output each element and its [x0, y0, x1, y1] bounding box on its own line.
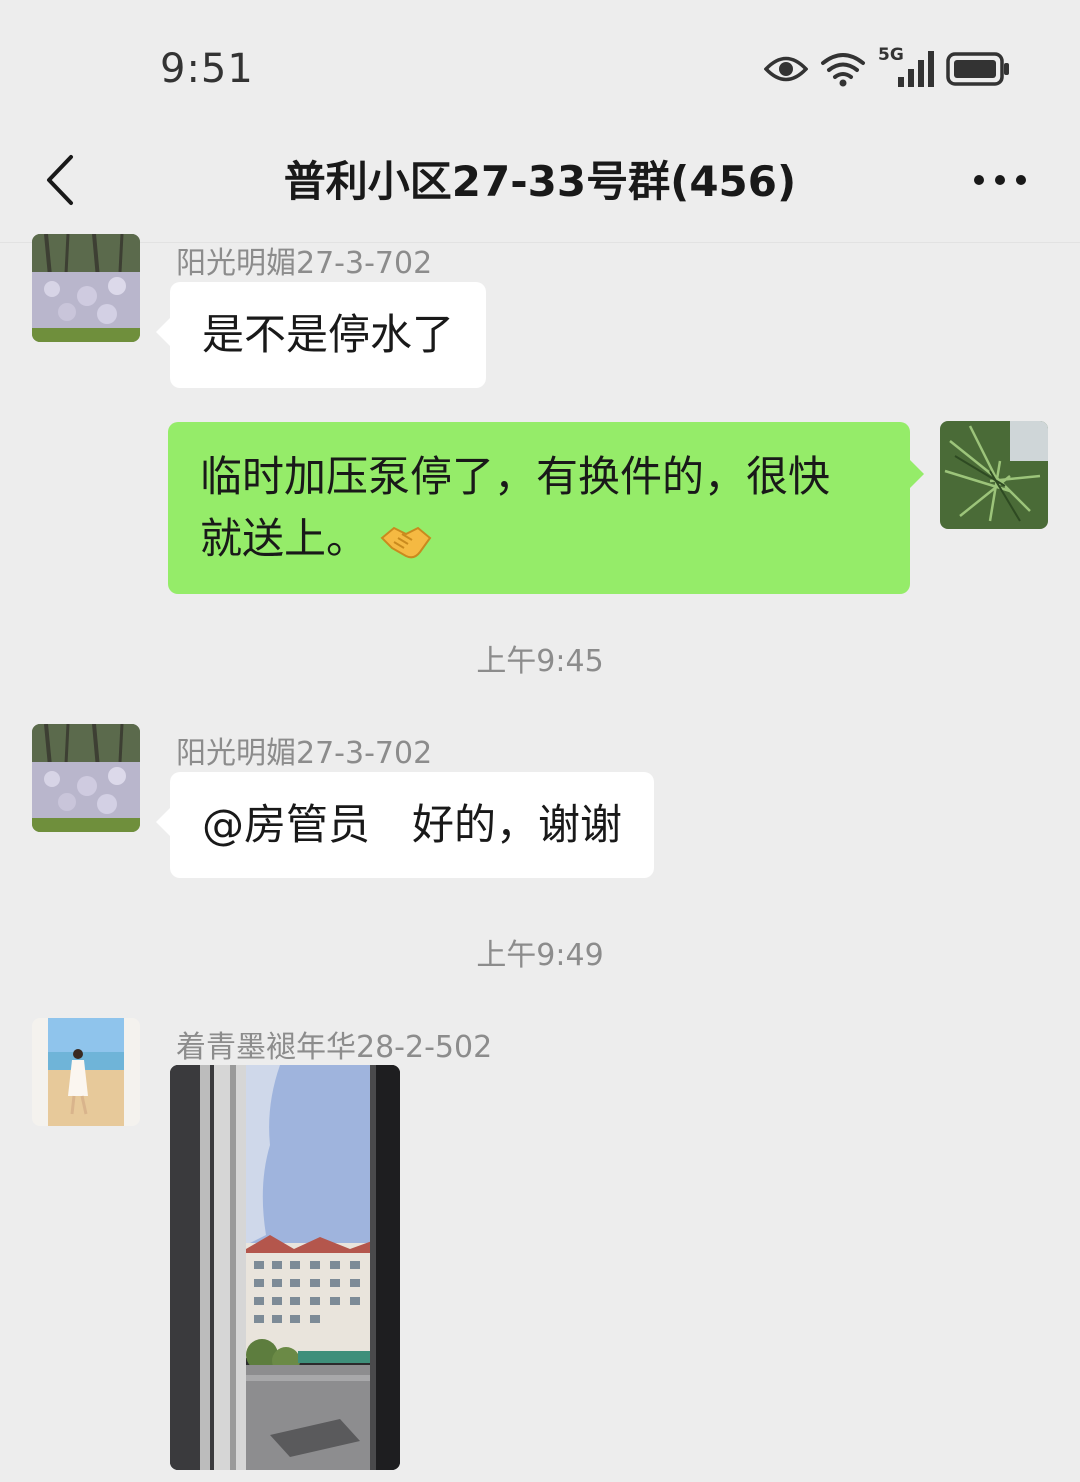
pine-branch-avatar-icon [940, 421, 1048, 529]
cellular-signal-icon: 5G [878, 45, 934, 89]
avatar[interactable] [32, 724, 140, 832]
message-text: 是不是停水了 [202, 310, 455, 359]
flower-field-avatar-icon [32, 724, 140, 832]
message-text-line-2: 就送上。 [200, 508, 878, 570]
message-text: 就送上。 [200, 514, 369, 563]
chat-title-bar: 普利小区27-33号群(456) [0, 130, 1080, 243]
window-view-photo [170, 1065, 400, 1470]
eye-icon [764, 56, 808, 82]
beach-avatar-icon [32, 1018, 140, 1126]
message-bubble-outgoing[interactable]: 临时加压泵停了，有换件的，很快 就送上。 [168, 422, 924, 594]
avatar[interactable] [32, 234, 140, 342]
image-message[interactable] [170, 1065, 400, 1470]
status-bar: 9:51 5G [0, 0, 1080, 130]
handshake-icon [380, 526, 432, 558]
status-icons: 5G [764, 45, 1010, 92]
flower-field-avatar-icon [32, 234, 140, 342]
message-bubble[interactable]: 是不是停水了 [155, 282, 487, 388]
wifi-icon [821, 53, 865, 87]
sender-name: 阳光明媚27-3-702 [176, 736, 433, 771]
chat-title: 普利小区27-33号群(456) [283, 157, 797, 206]
sender-name: 阳光明媚27-3-702 [176, 246, 433, 281]
more-dots-icon [974, 175, 1026, 185]
sender-name: 着青墨褪年华28-2-502 [176, 1030, 493, 1065]
message-timestamp: 上午9:45 [476, 644, 604, 679]
message-text-line: 临时加压泵停了，有换件的，很快 [200, 452, 831, 501]
message-bubble[interactable]: @房管员 好的，谢谢 [155, 772, 655, 878]
message-text: @房管员 好的，谢谢 [202, 800, 623, 849]
my-avatar[interactable] [940, 421, 1048, 529]
message-timestamp: 上午9:49 [476, 938, 604, 973]
status-time: 9:51 [160, 46, 254, 92]
avatar[interactable] [32, 1018, 140, 1126]
more-button[interactable] [960, 150, 1040, 210]
battery-icon [946, 52, 1009, 86]
